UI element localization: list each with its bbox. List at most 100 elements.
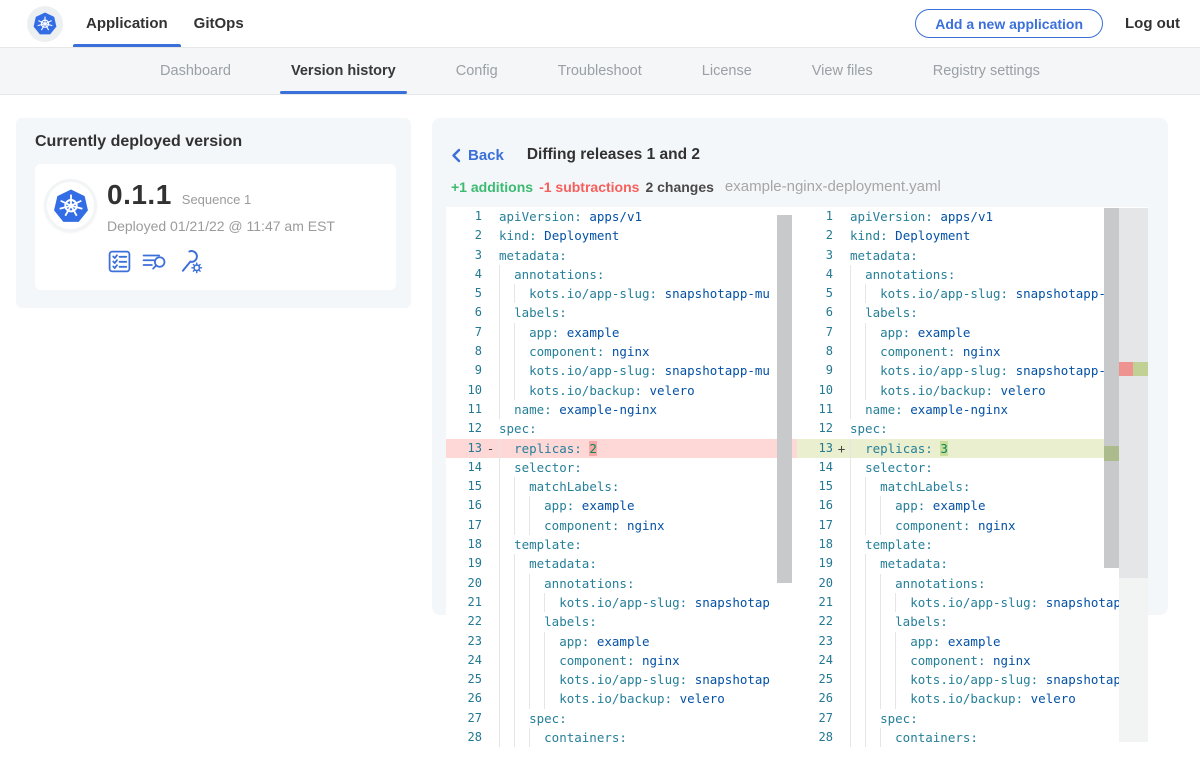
code-line: 2kind: Deployment — [797, 226, 1148, 245]
kubernetes-logo[interactable] — [27, 6, 63, 42]
subtractions-count: -1 subtractions — [539, 179, 639, 195]
code-line: 26 kots.io/backup: velero — [797, 689, 1148, 708]
code-line: 25 kots.io/app-slug: snapshotap — [446, 670, 797, 689]
code-line: 4 annotations: — [797, 265, 1148, 284]
currently-deployed-card: Currently deployed version — [16, 118, 411, 308]
scrollbar-modified[interactable] — [1104, 208, 1119, 568]
subnav-item-view-files[interactable]: View files — [801, 48, 884, 94]
diff-panel-original: 1apiVersion: apps/v12kind: Deployment3me… — [446, 207, 797, 768]
code-line: 5 kots.io/app-slug: snapshotapp-mu — [446, 284, 797, 303]
code-line: 19 metadata: — [797, 554, 1148, 573]
code-line: 13- replicas: 2 — [446, 439, 797, 458]
subnav-item-version-history[interactable]: Version history — [280, 48, 407, 94]
code-line: 12spec: — [446, 419, 797, 438]
back-link[interactable]: Back — [451, 147, 504, 164]
configure-icon[interactable] — [178, 248, 204, 274]
deployed-version-tile: 0.1.1 Sequence 1 Deployed 01/21/22 @ 11:… — [35, 164, 396, 290]
kubernetes-logo-icon — [33, 12, 57, 36]
code-line: 19 metadata: — [446, 554, 797, 573]
code-line: 8 component: nginx — [797, 342, 1148, 361]
code-line: 18 template: — [797, 535, 1148, 554]
app-sub-nav: Dashboard Version history Config Troublesho… — [0, 48, 1200, 95]
code-line: 24 component: nginx — [797, 651, 1148, 670]
subnav-item-license[interactable]: License — [691, 48, 763, 94]
code-line: 18 template: — [446, 535, 797, 554]
code-line: 24 component: nginx — [446, 651, 797, 670]
code-line: 14 selector: — [797, 458, 1148, 477]
code-line: 15 matchLabels: — [446, 477, 797, 496]
diff-stats: +1 additions -1 subtractions 2 changes e… — [432, 164, 1168, 195]
code-line: 3metadata: — [797, 246, 1148, 265]
scrollbar-addition-marker — [1104, 446, 1119, 461]
code-line: 5 kots.io/app-slug: snapshotapp-mu — [797, 284, 1148, 303]
additions-count: +1 additions — [451, 179, 533, 195]
overview-ruler — [1119, 208, 1148, 578]
add-application-button[interactable]: Add a new application — [915, 9, 1103, 38]
code-line: 13+ replicas: 3 — [797, 439, 1148, 458]
diff-panel-modified: 1apiVersion: apps/v12kind: Deployment3me… — [797, 207, 1148, 768]
code-line: 23 app: example — [797, 632, 1148, 651]
subnav-item-dashboard[interactable]: Dashboard — [149, 48, 242, 94]
code-line: 15 matchLabels: — [797, 477, 1148, 496]
top-tab-application[interactable]: Application — [73, 0, 181, 47]
code-line: 4 annotations: — [446, 265, 797, 284]
diff-title: Diffing releases 1 and 2 — [527, 146, 700, 164]
subnav-item-registry-settings[interactable]: Registry settings — [922, 48, 1051, 94]
code-line: 12spec: — [797, 419, 1148, 438]
sequence-label: Sequence 1 — [182, 192, 251, 207]
ruler-addition-marker — [1133, 362, 1148, 376]
version-action-icons — [107, 248, 335, 274]
code-line: 17 component: nginx — [446, 516, 797, 535]
code-line: 20 annotations: — [797, 574, 1148, 593]
top-tabs: ApplicationGitOps — [73, 0, 257, 47]
code-line: 17 component: nginx — [797, 516, 1148, 535]
code-line: 11 name: example-nginx — [797, 400, 1148, 419]
code-line: 3metadata: — [446, 246, 797, 265]
code-line: 9 kots.io/app-slug: snapshotapp-mu — [797, 361, 1148, 380]
code-line: 22 labels: — [446, 612, 797, 631]
code-line: 14 selector: — [446, 458, 797, 477]
code-line: 7 app: example — [797, 323, 1148, 342]
code-line: 26 kots.io/backup: velero — [446, 689, 797, 708]
version-number: 0.1.1 — [107, 179, 172, 211]
kubernetes-app-icon — [53, 188, 89, 224]
code-line: 21 kots.io/app-slug: snapshotap — [446, 593, 797, 612]
code-line: 11 name: example-nginx — [446, 400, 797, 419]
top-tab-gitops[interactable]: GitOps — [181, 0, 257, 47]
view-files-icon[interactable] — [141, 249, 169, 274]
subnav-item-troubleshoot[interactable]: Troubleshoot — [547, 48, 653, 94]
diff-releases-card: Back Diffing releases 1 and 2 +1 additio… — [432, 118, 1168, 615]
main-content: Currently deployed version — [0, 95, 1200, 615]
chevron-left-icon — [451, 148, 461, 163]
code-line: 9 kots.io/app-slug: snapshotapp-mu — [446, 361, 797, 380]
subnav-item-config[interactable]: Config — [445, 48, 509, 94]
diff-filename: example-nginx-deployment.yaml — [725, 178, 941, 195]
logout-link[interactable]: Log out — [1125, 15, 1188, 32]
code-line: 1apiVersion: apps/v1 — [797, 207, 1148, 226]
code-line: 22 labels: — [797, 612, 1148, 631]
overview-ruler-track — [1119, 578, 1148, 742]
code-line: 28 containers: — [797, 728, 1148, 747]
deployed-timestamp: Deployed 01/21/22 @ 11:47 am EST — [107, 218, 335, 234]
scrollbar-original[interactable] — [777, 215, 792, 583]
code-line: 1apiVersion: apps/v1 — [446, 207, 797, 226]
code-line: 10 kots.io/backup: velero — [446, 381, 797, 400]
code-line: 2kind: Deployment — [446, 226, 797, 245]
code-line: 6 labels: — [446, 303, 797, 322]
code-line: 16 app: example — [446, 496, 797, 515]
code-line: 21 kots.io/app-slug: snapshotap — [797, 593, 1148, 612]
preflight-checklist-icon[interactable] — [107, 249, 132, 274]
changes-count: 2 changes — [645, 179, 713, 195]
code-line: 10 kots.io/backup: velero — [797, 381, 1148, 400]
code-line: 6 labels: — [797, 303, 1148, 322]
top-nav: ApplicationGitOps Add a new application … — [0, 0, 1200, 48]
code-line: 25 kots.io/app-slug: snapshotap — [797, 670, 1148, 689]
code-line: 23 app: example — [446, 632, 797, 651]
code-line: 8 component: nginx — [446, 342, 797, 361]
code-line: 27 spec: — [446, 709, 797, 728]
code-line: 20 annotations: — [446, 574, 797, 593]
code-line: 28 containers: — [446, 728, 797, 747]
diff-editor: 1apiVersion: apps/v12kind: Deployment3me… — [446, 207, 1148, 768]
ruler-deletion-marker — [1119, 362, 1133, 376]
code-line: 16 app: example — [797, 496, 1148, 515]
